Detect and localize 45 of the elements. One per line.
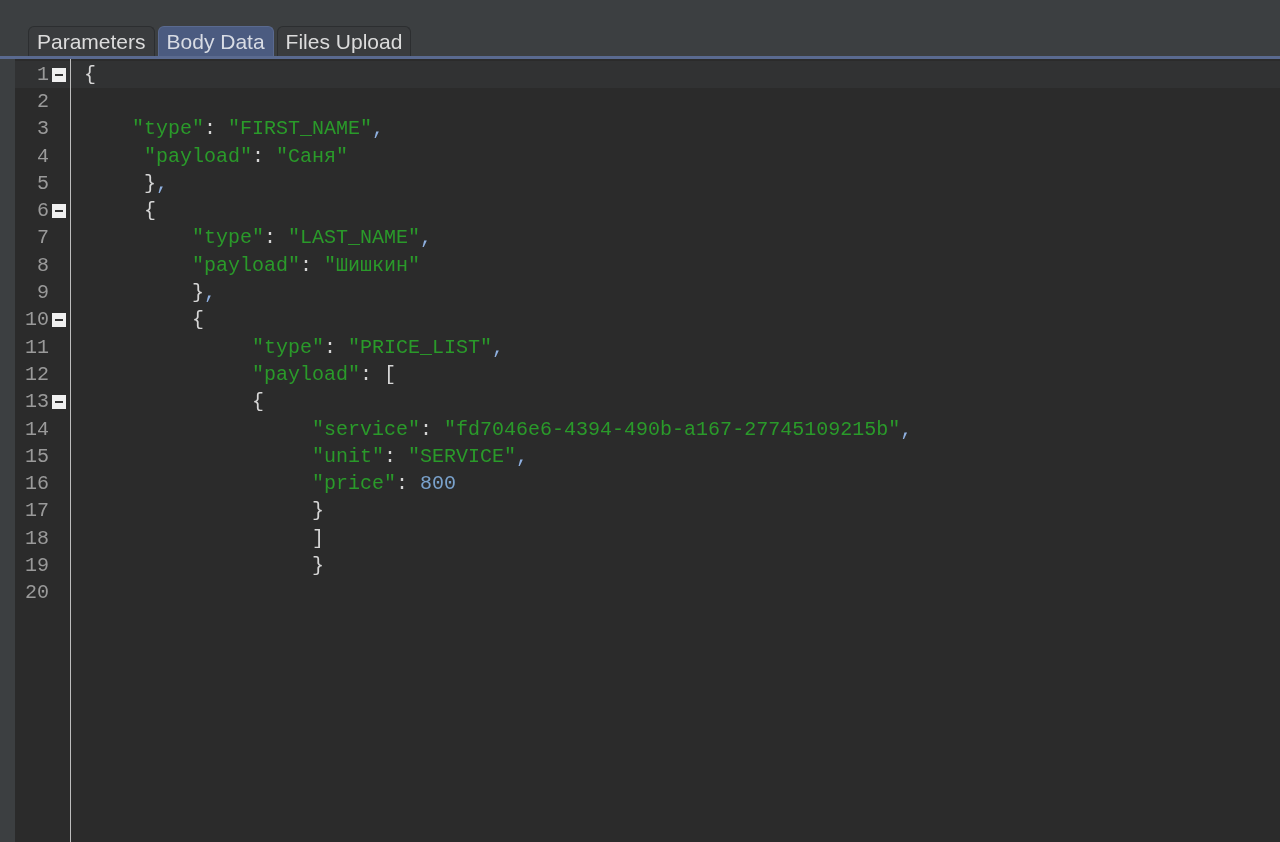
line-number: 11 xyxy=(25,337,49,358)
code-line: { xyxy=(143,201,156,222)
line-number: 9 xyxy=(37,283,49,303)
line-number: 4 xyxy=(37,146,49,167)
line-number: 3 xyxy=(37,119,49,140)
collapse-icon[interactable] xyxy=(52,313,66,328)
line-number: 7 xyxy=(37,228,49,249)
line-number: 19 xyxy=(25,556,49,576)
code-line: }, xyxy=(191,283,217,303)
line-number: 18 xyxy=(25,528,49,549)
line-number: 16 xyxy=(25,474,49,495)
line-number: 14 xyxy=(25,419,49,440)
tab[interactable]: Files Upload xyxy=(276,26,412,56)
line-number: 13 xyxy=(25,392,49,413)
line-number: 10 xyxy=(25,310,49,331)
code-line: "unit": "SERVICE", xyxy=(311,446,529,467)
code-line: }, xyxy=(143,173,169,194)
code-line: } xyxy=(311,556,325,576)
code-line: { xyxy=(191,310,205,331)
code-line: "price": 800 xyxy=(311,474,457,495)
line-number: 15 xyxy=(25,446,49,467)
code-line: { xyxy=(84,64,96,85)
code-line: "payload": "Саня" xyxy=(143,146,349,167)
line-number: 8 xyxy=(37,255,49,276)
collapse-icon[interactable] xyxy=(52,204,66,219)
line-number: 17 xyxy=(25,501,49,522)
line-number: 20 xyxy=(25,583,49,604)
code-line: "type": "PRICE_LIST", xyxy=(251,337,505,358)
code-line: "service": "fd7046e6-4394-490b-a167-27745109215b", xyxy=(311,419,913,440)
code-line: { xyxy=(251,392,265,413)
code-line: } xyxy=(311,501,325,522)
code-line: "payload": "Шишкин" xyxy=(191,255,421,276)
line-number: 2 xyxy=(37,91,49,112)
line-number: 1 xyxy=(37,64,49,85)
line-number: 5 xyxy=(37,173,49,194)
line-number: 12 xyxy=(25,364,49,385)
code-line: ] xyxy=(311,528,325,549)
code-line: "payload": [ xyxy=(251,364,397,385)
line-number: 6 xyxy=(37,201,49,222)
code-line: "type": "LAST_NAME", xyxy=(191,228,433,249)
tab[interactable]: Parameters xyxy=(28,26,155,56)
tab[interactable]: Body Data xyxy=(157,26,274,56)
code-line: "type": "FIRST_NAME", xyxy=(131,119,385,140)
collapse-icon[interactable] xyxy=(52,67,66,82)
collapse-icon[interactable] xyxy=(52,395,66,410)
